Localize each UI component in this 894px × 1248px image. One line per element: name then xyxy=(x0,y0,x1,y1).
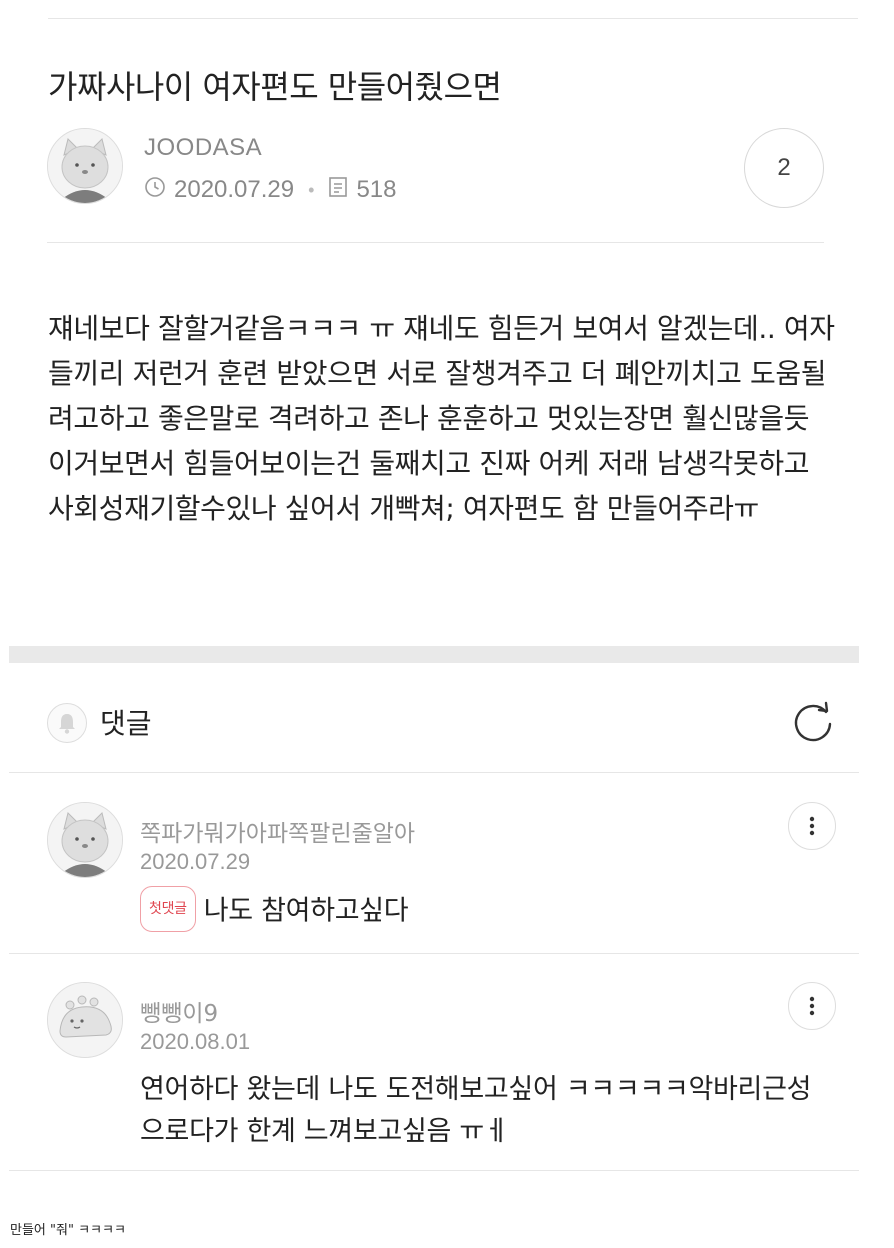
post-title: 가짜사나이 여자편도 만들어줬으면 xyxy=(48,68,502,106)
meta-separator: • xyxy=(308,179,315,200)
commenter-avatar[interactable] xyxy=(47,802,123,878)
comments-bottom-divider xyxy=(9,1170,859,1171)
post-date: 2020.07.29 xyxy=(174,176,295,203)
comments-top-divider xyxy=(9,772,859,773)
comments-label: 댓글 xyxy=(100,707,152,740)
post-body: 쟤네보다 잘할거같음ㅋㅋㅋ ㅠ 쟤네도 힘든거 보여서 알겠는데.. 여자들끼리… xyxy=(48,312,835,525)
bell-icon[interactable] xyxy=(47,703,87,743)
top-divider xyxy=(48,18,858,19)
author-name[interactable]: JOODASA xyxy=(144,134,262,162)
comment-text-content: 나도 참여하고싶다 xyxy=(203,895,409,927)
more-vertical-icon[interactable] xyxy=(788,802,836,850)
comment-text: 연어하다 왔는데 나도 도전해보고싶어 ㅋㅋㅋㅋㅋ악바리근성으로다가 한계 느껴… xyxy=(140,1074,812,1147)
comment-date: 2020.07.29 xyxy=(140,849,251,874)
commenter-name[interactable]: 뺑뺑이9 xyxy=(140,994,218,1028)
author-avatar[interactable] xyxy=(47,128,123,204)
comment-count-badge[interactable]: 2 xyxy=(744,128,824,208)
commenter-avatar[interactable] xyxy=(47,982,123,1058)
clock-icon xyxy=(144,176,166,205)
document-icon xyxy=(328,176,348,205)
header-divider xyxy=(47,242,824,243)
refresh-icon[interactable] xyxy=(790,700,836,746)
image-caption: 만들어 "줘" ㅋㅋㅋㅋ xyxy=(10,1223,126,1238)
comment-divider xyxy=(9,953,859,954)
post-meta: 2020.07.29 • 518 xyxy=(144,174,396,206)
commenter-name[interactable]: 쪽파가뭐가아파쪽팔린줄알아 xyxy=(140,814,415,848)
comment-date: 2020.08.01 xyxy=(140,1029,251,1054)
section-separator xyxy=(9,646,859,663)
first-comment-badge: 첫댓글 xyxy=(140,886,196,932)
more-vertical-icon[interactable] xyxy=(788,982,836,1030)
post-views: 518 xyxy=(356,176,397,203)
comment-text: 첫댓글 나도 참여하고싶다 xyxy=(140,886,830,935)
